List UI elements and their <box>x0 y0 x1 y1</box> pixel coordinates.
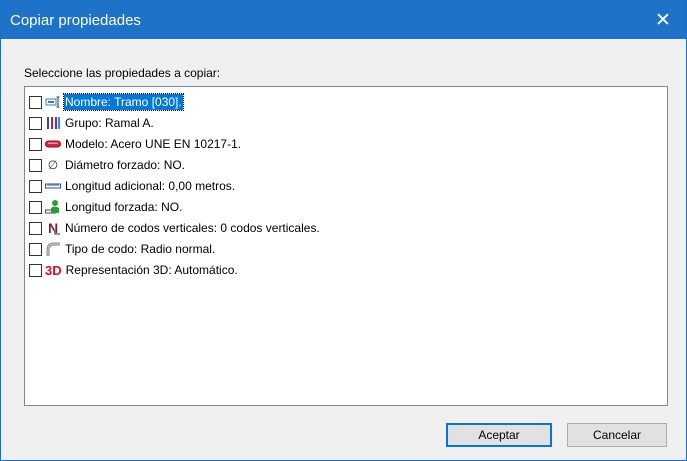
close-icon: ✕ <box>655 9 671 31</box>
properties-list[interactable]: Nombre: Tramo [030]. Grupo: Ramal A. Mod… <box>24 86 668 406</box>
accept-button[interactable]: Aceptar <box>446 423 552 447</box>
list-item[interactable]: Modelo: Acero UNE EN 10217-1. <box>29 134 242 154</box>
item-checkbox[interactable] <box>29 221 42 235</box>
diameter-icon: ∅ <box>47 158 59 172</box>
item-label: Modelo: Acero UNE EN 10217-1. <box>65 137 242 151</box>
close-button[interactable]: ✕ <box>640 1 686 39</box>
item-checkbox[interactable] <box>29 179 42 193</box>
dialog-window: Copiar propiedades ✕ Seleccione las prop… <box>0 0 687 461</box>
list-item[interactable]: 3D Representación 3D: Automático. <box>29 260 239 280</box>
item-checkbox[interactable] <box>29 242 42 256</box>
item-checkbox[interactable] <box>29 116 42 130</box>
item-label: Diámetro forzado: NO. <box>65 158 186 172</box>
dialog-title: Copiar propiedades <box>10 12 141 29</box>
item-label: Grupo: Ramal A. <box>65 116 154 130</box>
item-checkbox[interactable] <box>29 137 42 151</box>
item-label: Longitud forzada: NO. <box>65 200 183 214</box>
ruler-icon <box>45 178 61 194</box>
item-checkbox[interactable] <box>29 158 42 172</box>
item-checkbox[interactable] <box>29 200 42 214</box>
list-item[interactable]: ∅ Diámetro forzado: NO. <box>29 155 186 175</box>
list-item[interactable]: N Número de codos verticales: 0 codos ve… <box>29 218 321 238</box>
pipe-model-icon <box>45 136 61 152</box>
group-bars-icon <box>45 115 61 131</box>
item-checkbox[interactable] <box>29 95 42 109</box>
vertical-elbows-icon: N <box>45 220 61 236</box>
item-label: Nombre: Tramo [030]. <box>63 93 184 111</box>
list-item[interactable]: Longitud adicional: 0,00 metros. <box>29 176 236 196</box>
title-bar[interactable]: Copiar propiedades ✕ <box>1 1 686 39</box>
item-label: Número de codos verticales: 0 codos vert… <box>65 221 320 235</box>
instruction-label: Seleccione las propiedades a copiar: <box>24 66 221 80</box>
list-item[interactable]: Longitud forzada: NO. <box>29 197 183 217</box>
item-label: Longitud adicional: 0,00 metros. <box>65 179 236 193</box>
cancel-button[interactable]: Cancelar <box>567 423 667 447</box>
item-label: Tipo de codo: Radio normal. <box>65 242 216 256</box>
list-item[interactable]: Nombre: Tramo [030]. <box>29 92 184 112</box>
list-item[interactable]: Grupo: Ramal A. <box>29 113 155 133</box>
list-item[interactable]: Tipo de codo: Radio normal. <box>29 239 216 259</box>
3d-icon: 3D <box>45 262 62 278</box>
item-label: Representación 3D: Automático. <box>65 263 238 277</box>
name-tag-icon <box>45 94 61 110</box>
elbow-type-icon <box>45 241 61 257</box>
forced-length-icon <box>45 199 61 215</box>
item-checkbox[interactable] <box>29 263 42 277</box>
